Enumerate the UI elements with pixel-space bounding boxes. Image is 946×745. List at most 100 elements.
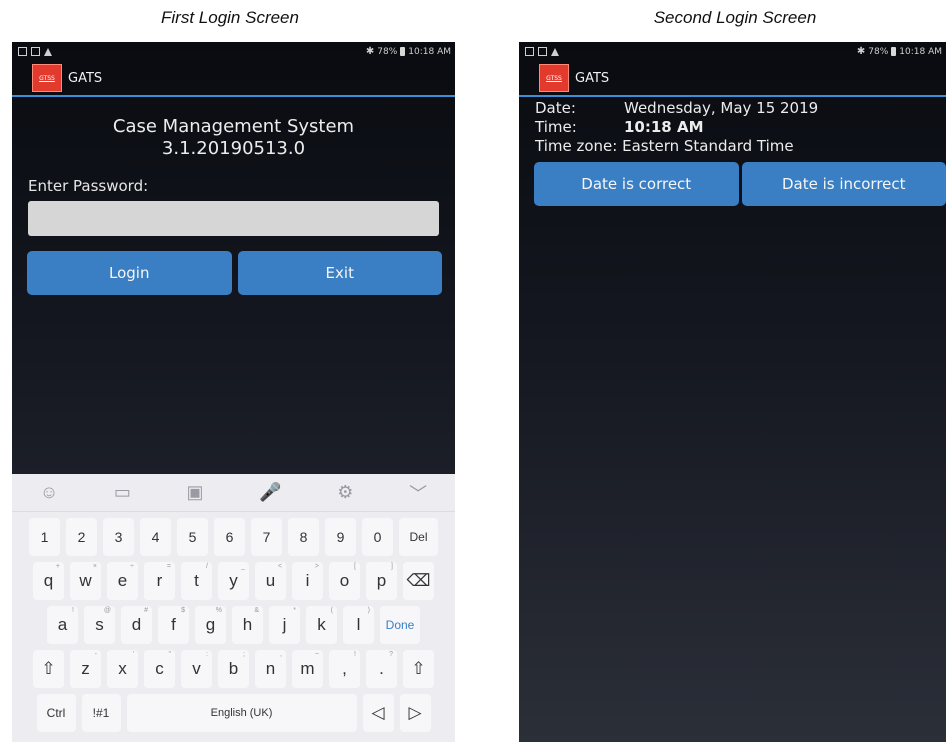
shift-key[interactable]: ⇧ (403, 650, 434, 688)
key-.[interactable]: .? (366, 650, 397, 688)
key-label: p (376, 571, 387, 590)
key-6[interactable]: 6 (214, 518, 245, 556)
microphone-icon[interactable]: 🎤 (259, 482, 281, 503)
key-4[interactable]: 4 (140, 518, 171, 556)
date-line: Date: Wednesday, May 15 2019 (535, 99, 946, 118)
cursor-left-key[interactable]: ◁ (362, 694, 394, 732)
key-r[interactable]: r = (144, 562, 175, 600)
caption-first-screen: First Login Screen (161, 8, 299, 27)
key-h[interactable]: h & (232, 606, 263, 644)
key-label: ⌫ (406, 571, 431, 590)
key-secondary-label: @ (103, 607, 111, 614)
key-z[interactable]: z- (70, 650, 101, 688)
app-logo: GTSS (539, 64, 569, 92)
gif-icon[interactable]: ▣ (187, 482, 204, 503)
exit-button[interactable]: Exit (237, 251, 442, 295)
key-3[interactable]: 3 (103, 518, 134, 556)
key-w[interactable]: w × (70, 562, 101, 600)
key-u[interactable]: u < (255, 562, 286, 600)
password-input[interactable] (28, 201, 439, 236)
date-incorrect-button[interactable]: Date is incorrect (741, 162, 946, 206)
key-t[interactable]: t / (181, 562, 212, 600)
key-label: f (171, 615, 176, 634)
key-e[interactable]: e ÷ (107, 562, 138, 600)
settings-icon[interactable]: ⚙ (337, 482, 353, 503)
key-0[interactable]: 0 (362, 518, 393, 556)
screen-notification-icon (31, 47, 40, 56)
key-secondary-label: / (206, 563, 208, 570)
key-secondary-label: - (94, 651, 97, 658)
key-g[interactable]: g% (195, 606, 226, 644)
key-label: c (155, 659, 164, 678)
first-login-screen: ✱ 78% 10:18 AM GTSS GATS Case Management… (12, 42, 455, 742)
key-label: k (317, 615, 326, 634)
key-i[interactable]: i > (292, 562, 323, 600)
key-secondary-label: " (168, 651, 172, 658)
key-a[interactable]: a! (47, 606, 78, 644)
key-secondary-label: % (215, 607, 222, 614)
bluetooth-icon: ✱ (856, 46, 866, 57)
sticker-icon[interactable]: ▭ (114, 482, 131, 503)
collapse-keyboard-icon[interactable]: ﹀ (409, 480, 427, 506)
key-,[interactable]: ,! (329, 650, 360, 688)
key-label: s (95, 615, 104, 634)
key-2[interactable]: 2 (66, 518, 97, 556)
keyboard-row-2: a! s @ d # f $ g% h & j * k(l) Done (12, 606, 455, 644)
keyboard-number-row: 1 2 3 4 5 6 7 8 9 0 Del (12, 518, 455, 556)
time-line: Time: 10:18 AM (535, 118, 946, 137)
key-label: u (265, 571, 276, 590)
key-o[interactable]: o[ (329, 562, 360, 600)
battery-icon (891, 47, 897, 56)
key-secondary-label: * (293, 607, 296, 614)
key-secondary-label: , (280, 651, 282, 658)
key-y[interactable]: y _ (218, 562, 249, 600)
done-key[interactable]: Done (380, 606, 420, 644)
key-8[interactable]: 8 (288, 518, 319, 556)
key-c[interactable]: c " (144, 650, 175, 688)
date-correct-button[interactable]: Date is correct (534, 162, 739, 206)
key-secondary-label: = (166, 563, 171, 570)
key-5[interactable]: 5 (177, 518, 208, 556)
key-label: x (118, 659, 127, 678)
key-f[interactable]: f $ (158, 606, 189, 644)
key-1[interactable]: 1 (29, 518, 60, 556)
space-key[interactable]: English (UK) (126, 694, 357, 732)
bluetooth-icon: ✱ (365, 46, 375, 57)
key-n[interactable]: n, (255, 650, 286, 688)
key-p[interactable]: p] (366, 562, 397, 600)
login-button[interactable]: Login (27, 251, 232, 295)
key-l[interactable]: l) (343, 606, 374, 644)
timezone-value: Eastern Standard Time (622, 137, 794, 155)
key-v[interactable]: v: (181, 650, 212, 688)
key-7[interactable]: 7 (251, 518, 282, 556)
key-d[interactable]: d # (121, 606, 152, 644)
key-label: . (379, 659, 384, 678)
key-s[interactable]: s @ (84, 606, 115, 644)
backspace-key[interactable]: ⌫ (403, 562, 434, 600)
key-secondary-label: : (206, 651, 208, 658)
key-secondary-label: ! (72, 607, 74, 614)
emoji-icon[interactable]: ☺ (40, 482, 58, 503)
key-j[interactable]: j * (269, 606, 300, 644)
key-9[interactable]: 9 (325, 518, 356, 556)
key-k[interactable]: k( (306, 606, 337, 644)
key-secondary-label: & (254, 607, 259, 614)
key-m[interactable]: m ~ (292, 650, 323, 688)
delete-key[interactable]: Del (399, 518, 438, 556)
key-secondary-label: [ (354, 563, 356, 570)
key-label: e (117, 571, 128, 590)
key-label: g (205, 615, 216, 634)
cursor-right-key[interactable]: ▷ (399, 694, 431, 732)
key-label: z (81, 659, 90, 678)
key-x[interactable]: x ' (107, 650, 138, 688)
shift-key[interactable]: ⇧ (33, 650, 64, 688)
symbols-key[interactable]: !#1 (81, 694, 121, 732)
ctrl-key[interactable]: Ctrl (36, 694, 76, 732)
date-label: Date: (535, 99, 576, 117)
clock: 10:18 AM (899, 46, 942, 57)
key-b[interactable]: b; (218, 650, 249, 688)
key-q[interactable]: q + (33, 562, 64, 600)
app-logo: GTSS (32, 64, 62, 92)
key-label: d (131, 615, 142, 634)
key-secondary-label: ; (243, 651, 245, 658)
